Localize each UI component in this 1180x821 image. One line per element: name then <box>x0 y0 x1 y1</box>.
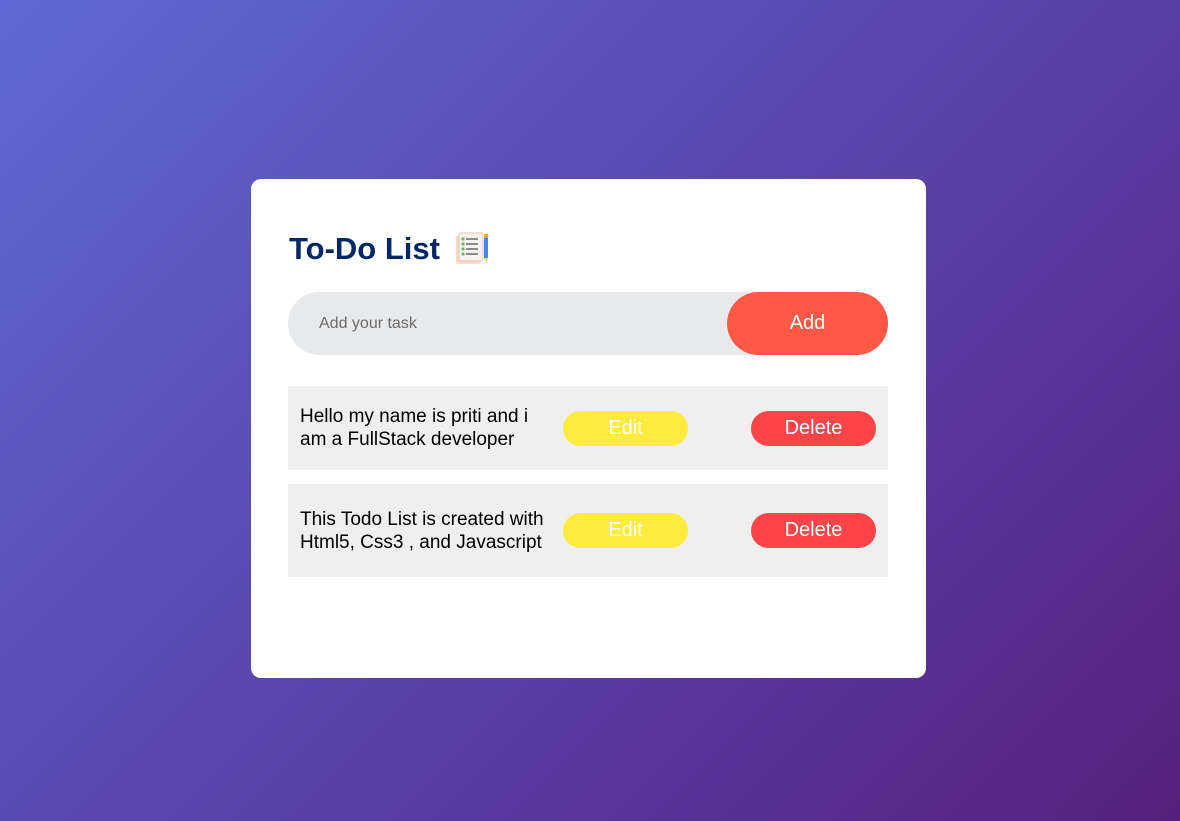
task-text: Hello my name is priti and i am a FullSt… <box>300 406 529 450</box>
task-item: This Todo List is created with Html5, Cs… <box>288 484 888 577</box>
edit-button[interactable]: Edit <box>563 410 688 446</box>
task-item: Hello my name is priti and i am a FullSt… <box>288 386 888 470</box>
delete-button[interactable]: Delete <box>751 410 876 446</box>
task-text: This Todo List is created with Html5, Cs… <box>300 508 544 553</box>
task-list: Hello my name is priti and i am a FullSt… <box>288 386 888 591</box>
title-row: To-Do List <box>289 229 490 269</box>
edit-button[interactable]: Edit <box>563 513 688 548</box>
task-input[interactable] <box>288 291 727 356</box>
todo-card: To-Do List Add Hello my n <box>251 179 926 678</box>
task-input-row: Add <box>288 291 888 356</box>
delete-button[interactable]: Delete <box>751 513 876 548</box>
add-button[interactable]: Add <box>727 292 888 355</box>
checklist-notepad-icon <box>454 232 490 266</box>
page-title: To-Do List <box>289 231 440 266</box>
